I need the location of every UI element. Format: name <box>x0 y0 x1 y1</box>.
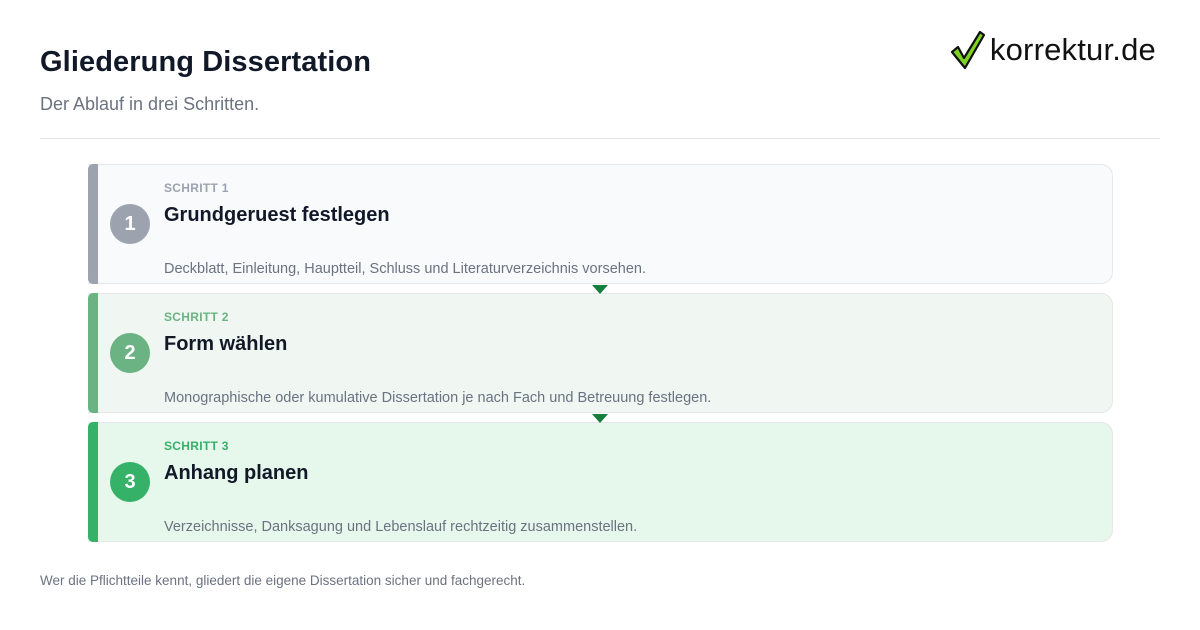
step-description: Monographische oder kumulative Dissertat… <box>164 390 712 406</box>
step-title: Form wählen <box>164 333 288 355</box>
footer-note: Wer die Pflichtteile kennt, gliedert die… <box>40 573 526 588</box>
brand-name: korrektur.de <box>989 32 1156 67</box>
page-subtitle: Der Ablauf in drei Schritten. <box>40 94 260 114</box>
step-kicker: SCHRITT 1 <box>164 181 229 195</box>
step-card-1: 1 SCHRITT 1 Grundgeruest festlegen Deckb… <box>88 164 1113 294</box>
step-accent-bar <box>88 293 98 413</box>
step-description: Deckblatt, Einleitung, Hauptteil, Schlus… <box>164 261 646 277</box>
step-list: 1 SCHRITT 1 Grundgeruest festlegen Deckb… <box>88 164 1113 551</box>
step-number-badge: 3 <box>110 462 150 502</box>
step-number-badge: 2 <box>110 333 150 373</box>
step-description: Verzeichnisse, Danksagung und Lebenslauf… <box>164 519 638 535</box>
step-connector-arrow-icon <box>592 285 608 294</box>
step-title: Anhang planen <box>164 462 309 484</box>
step-card-2: 2 SCHRITT 2 Form wählen Monographische o… <box>88 293 1113 423</box>
page-title: Gliederung Dissertation <box>40 46 372 78</box>
brand-logo[interactable]: korrektur.de <box>950 30 1156 70</box>
step-card-3: 3 SCHRITT 3 Anhang planen Verzeichnisse,… <box>88 422 1113 542</box>
step-number-badge: 1 <box>110 204 150 244</box>
step-accent-bar <box>88 164 98 284</box>
step-accent-bar <box>88 422 98 542</box>
step-title: Grundgeruest festlegen <box>164 204 390 226</box>
step-kicker: SCHRITT 2 <box>164 310 229 324</box>
page-header: Gliederung Dissertation Der Ablauf in dr… <box>40 0 1160 139</box>
step-connector-arrow-icon <box>592 414 608 423</box>
checkmark-icon <box>950 30 986 70</box>
step-kicker: SCHRITT 3 <box>164 439 229 453</box>
